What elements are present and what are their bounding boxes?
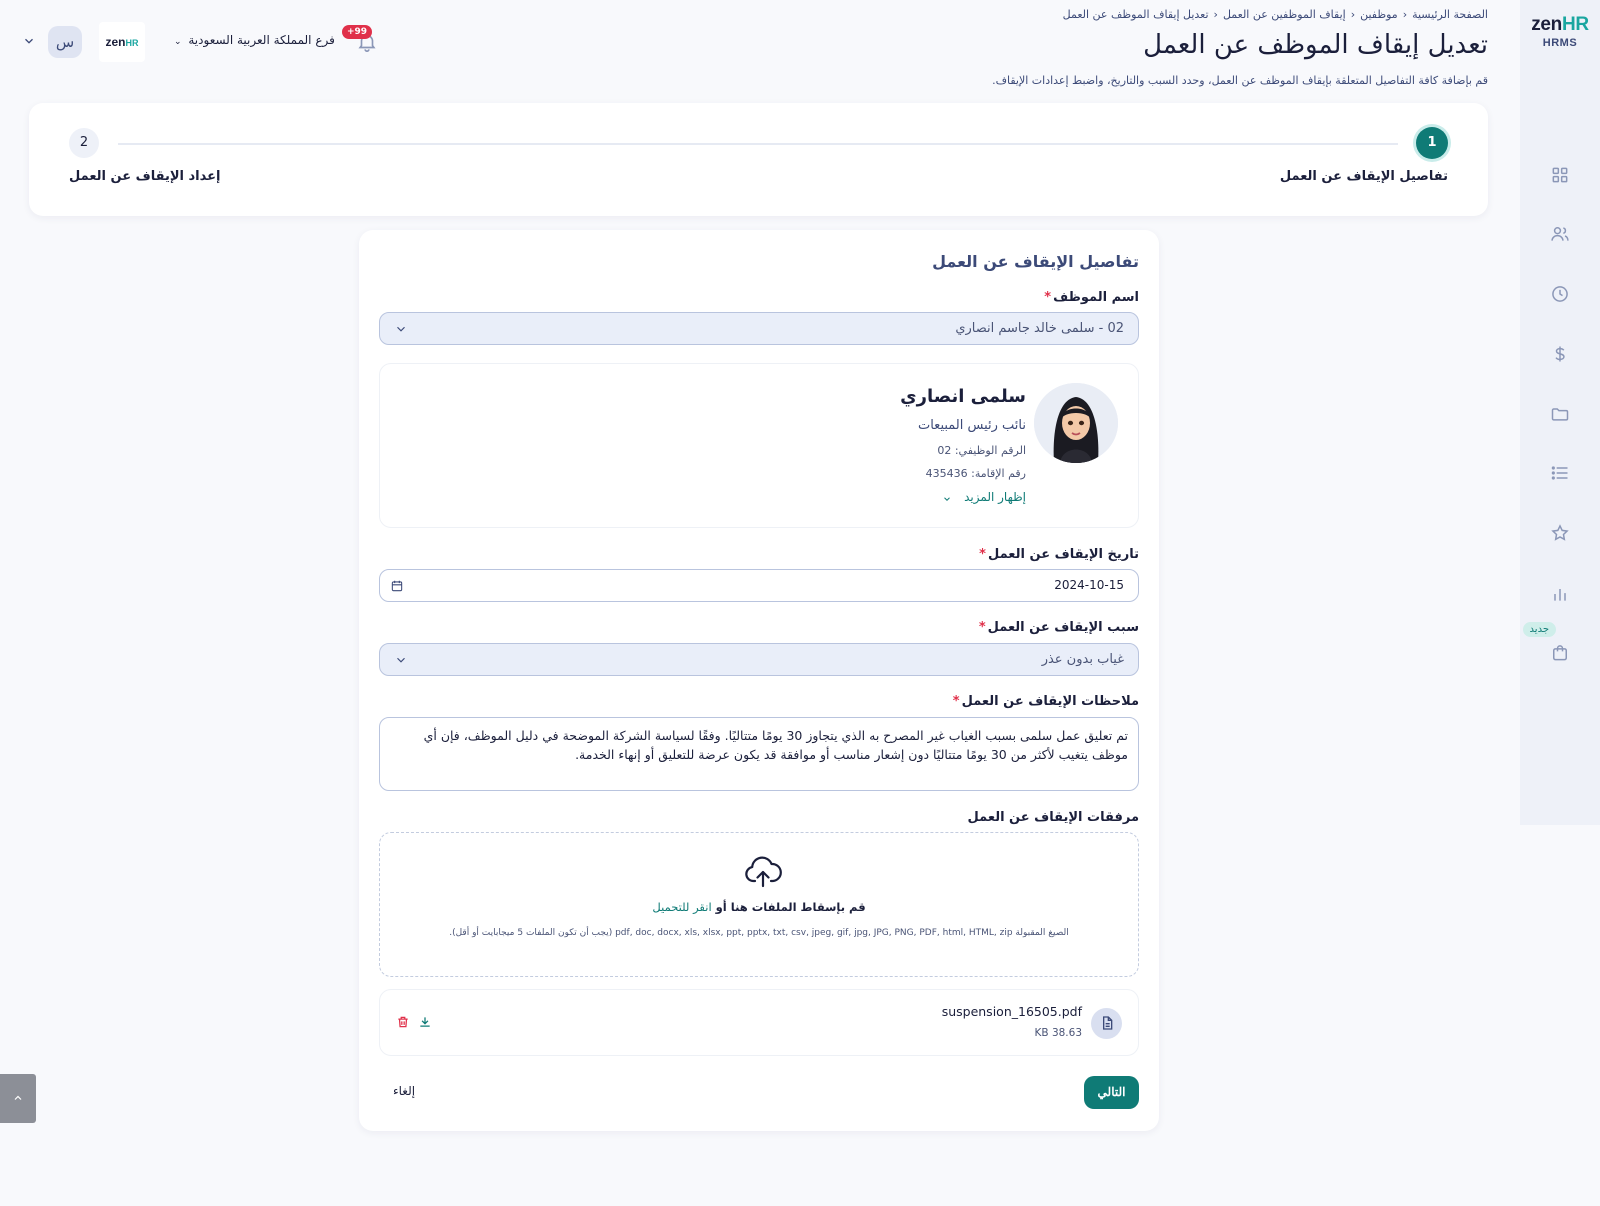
chevron-down-icon bbox=[394, 653, 408, 667]
employee-name: سلمى انصاري bbox=[900, 386, 1026, 407]
step-1-indicator[interactable]: 1 bbox=[1416, 127, 1448, 159]
app-logo[interactable]: zenHR HRMS bbox=[1520, 14, 1600, 49]
step-2-indicator[interactable]: 2 bbox=[69, 128, 99, 158]
reason-label: سبب الإيقاف عن العمل* bbox=[978, 620, 1139, 635]
scroll-to-top-button[interactable] bbox=[0, 1074, 36, 1123]
page-subtitle: قم بإضافة كافة التفاصيل المتعلقة بإيقاف … bbox=[992, 74, 1488, 87]
chevron-down-icon bbox=[942, 493, 952, 503]
employee-select[interactable]: 02 - سلمى خالد جاسم انصاري bbox=[379, 312, 1139, 345]
breadcrumb-home[interactable]: الصفحة الرئيسية bbox=[1412, 8, 1488, 21]
cloud-upload-icon bbox=[744, 855, 782, 889]
folder-icon[interactable] bbox=[1550, 404, 1570, 424]
employee-number: الرقم الوظيفي: 02 bbox=[937, 444, 1026, 457]
suspension-form: تفاصيل الإيقاف عن العمل اسم الموظف* 02 -… bbox=[359, 230, 1159, 1131]
stepper: 1 تفاصيل الإيقاف عن العمل 2 إعداد الإيقا… bbox=[29, 103, 1488, 216]
step-2-label: إعداد الإيقاف عن العمل bbox=[69, 169, 221, 184]
attachments-label: مرفقات الإيقاف عن العمل bbox=[967, 810, 1139, 825]
upload-link[interactable]: انقر للتحميل bbox=[652, 900, 711, 914]
accepted-formats-hint: الصيغ المقبولة pdf, doc, docx, xls, xlsx… bbox=[449, 928, 1069, 938]
section-title: تفاصيل الإيقاف عن العمل bbox=[932, 252, 1139, 271]
notes-textarea[interactable]: تم تعليق عمل سلمى بسبب الغياب غير المصرح… bbox=[379, 717, 1139, 791]
notifications-badge: +99 bbox=[342, 25, 373, 39]
breadcrumb-chevron-icon: ‹ bbox=[1402, 8, 1408, 21]
next-button[interactable]: التالي bbox=[1084, 1076, 1139, 1109]
company-logo: zenHR bbox=[99, 22, 145, 62]
employee-avatar bbox=[1034, 383, 1118, 463]
calendar-icon[interactable] bbox=[390, 579, 404, 593]
required-mark: * bbox=[979, 547, 986, 562]
suspension-date-value: 2024-10-15 bbox=[1054, 578, 1124, 592]
breadcrumb-current: تعديل إيقاف الموظف عن العمل bbox=[1062, 8, 1209, 21]
chevron-down-icon: ⌄ bbox=[174, 37, 182, 47]
dollar-icon[interactable] bbox=[1550, 344, 1570, 364]
user-menu-chevron-icon[interactable] bbox=[22, 34, 36, 48]
clock-icon[interactable] bbox=[1550, 284, 1570, 304]
employee-card: سلمى انصاري نائب رئيس المبيعات الرقم الو… bbox=[379, 363, 1139, 528]
bar-chart-icon[interactable] bbox=[1550, 584, 1570, 604]
trash-icon[interactable] bbox=[396, 1015, 410, 1029]
breadcrumb-chevron-icon: ‹ bbox=[1213, 8, 1218, 21]
cancel-button[interactable]: إلغاء bbox=[393, 1084, 415, 1098]
chevron-down-icon bbox=[394, 322, 408, 336]
employee-select-value: 02 - سلمى خالد جاسم انصاري bbox=[955, 321, 1124, 336]
shopping-bag-icon[interactable] bbox=[1550, 643, 1570, 663]
sidebar: zenHR HRMS جديد bbox=[1520, 0, 1600, 825]
suspension-date-input[interactable]: 2024-10-15 bbox=[379, 569, 1139, 602]
new-badge: جديد bbox=[1522, 622, 1556, 637]
required-mark: * bbox=[952, 694, 960, 709]
uploaded-file: suspension_16505.pdf 38.63 KB bbox=[379, 989, 1139, 1056]
list-icon[interactable] bbox=[1550, 463, 1570, 483]
branch-selector[interactable]: فرع المملكة العربية السعودية ⌄ bbox=[174, 33, 335, 47]
step-1-label: تفاصيل الإيقاف عن العمل bbox=[1279, 169, 1448, 184]
reason-select[interactable]: غياب بدون عذر bbox=[379, 643, 1139, 676]
show-more-link[interactable]: إظهار المزيد bbox=[942, 490, 1026, 504]
file-name: suspension_16505.pdf bbox=[941, 1004, 1082, 1019]
breadcrumb-suspensions[interactable]: إيقاف الموظفين عن العمل bbox=[1223, 8, 1346, 21]
branch-label: فرع المملكة العربية السعودية bbox=[188, 33, 335, 47]
employee-iqama: رقم الإقامة: 435436 bbox=[925, 467, 1026, 480]
date-label: تاريخ الإيقاف عن العمل* bbox=[979, 547, 1139, 562]
users-icon[interactable] bbox=[1550, 224, 1570, 244]
required-mark: * bbox=[1044, 290, 1052, 305]
user-avatar[interactable]: س bbox=[48, 26, 82, 58]
notes-value: تم تعليق عمل سلمى بسبب الغياب غير المصرح… bbox=[423, 728, 1128, 762]
download-icon[interactable] bbox=[418, 1015, 432, 1029]
product-name: HRMS bbox=[1542, 37, 1578, 49]
stepper-line bbox=[118, 143, 1398, 145]
file-size: 38.63 KB bbox=[1034, 1027, 1083, 1039]
reason-select-value: غياب بدون عذر bbox=[1041, 652, 1124, 667]
document-icon bbox=[1091, 1008, 1122, 1039]
chevron-up-icon bbox=[14, 1095, 22, 1100]
dropzone-text: قم بإسقاط الملفات هنا أو انقر للتحميل bbox=[652, 900, 866, 914]
breadcrumb-employees[interactable]: موظفين bbox=[1360, 8, 1398, 21]
breadcrumb-chevron-icon: ‹ bbox=[1350, 8, 1356, 21]
notes-label: ملاحظات الإيقاف عن العمل* bbox=[952, 694, 1139, 709]
star-icon[interactable] bbox=[1550, 523, 1570, 543]
page-title: تعديل إيقاف الموظف عن العمل bbox=[1143, 30, 1488, 60]
required-mark: * bbox=[978, 620, 986, 635]
employee-label: اسم الموظف* bbox=[1044, 290, 1139, 305]
file-dropzone[interactable]: قم بإسقاط الملفات هنا أو انقر للتحميل ال… bbox=[379, 832, 1139, 977]
breadcrumb: الصفحة الرئيسية ‹ موظفين ‹ إيقاف الموظفين عن… bbox=[1063, 8, 1488, 21]
employee-job-title: نائب رئيس المبيعات bbox=[917, 418, 1026, 433]
dashboard-grid-icon[interactable] bbox=[1550, 165, 1570, 185]
